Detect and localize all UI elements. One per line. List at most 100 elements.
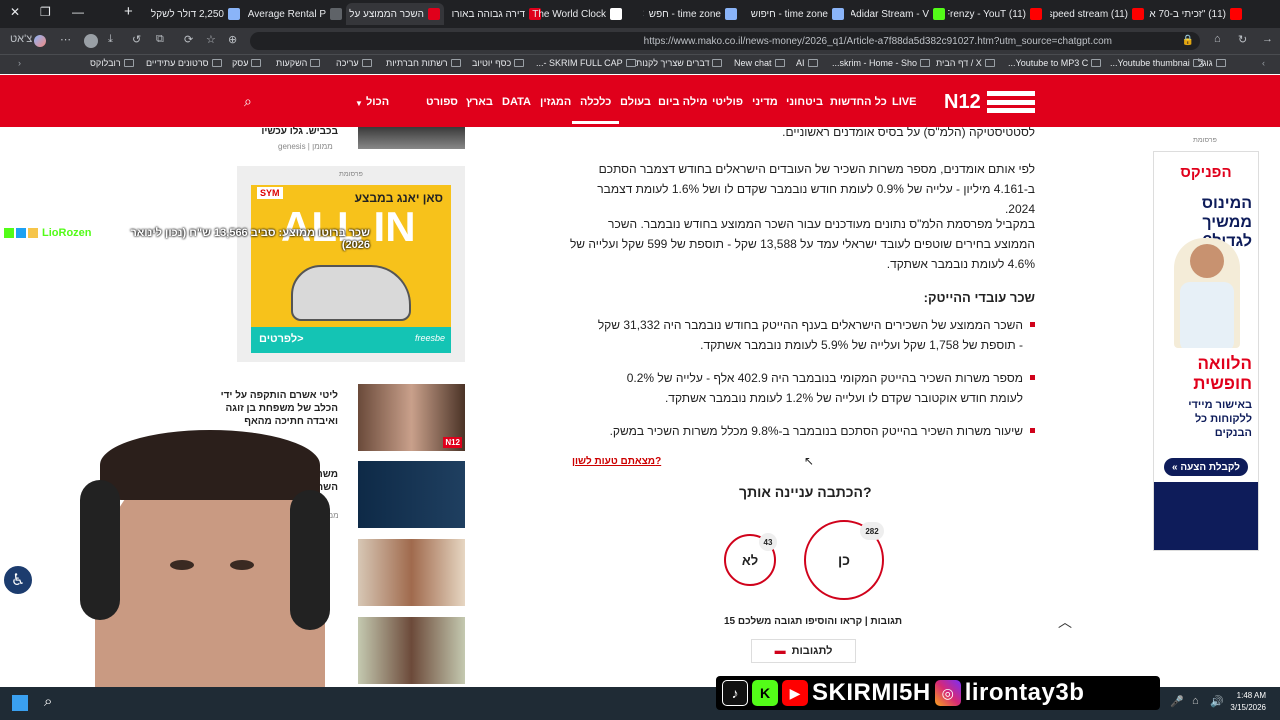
chevron-down-icon[interactable]: ▼: [355, 99, 363, 108]
nav-item[interactable]: ספורט: [426, 96, 458, 108]
comments-button[interactable]: ▬ לתגובות: [751, 639, 856, 663]
volume-icon[interactable]: 🔊: [1210, 695, 1224, 708]
home-icon[interactable]: ⌂: [1214, 33, 1221, 45]
folder-icon: [984, 59, 995, 67]
network-icon[interactable]: ⌂: [1192, 695, 1199, 707]
tab-close-icon[interactable]: ✕: [146, 9, 147, 20]
nav-item[interactable]: כלכלה: [571, 96, 620, 124]
browser-tab[interactable]: (11) speed stream✕: [1050, 3, 1148, 25]
bookmark-item[interactable]: דברים שצריך לקנות: [636, 58, 723, 68]
browser-tab[interactable]: 2,250 דולר לשקל✕: [146, 3, 244, 25]
tab-close-icon[interactable]: ✕: [643, 9, 645, 20]
browser-tab[interactable]: (11) Frenzy - YouT✕: [948, 3, 1046, 25]
taskbar-search-icon[interactable]: ⌕: [44, 693, 52, 710]
bookmark-item[interactable]: עריכה: [336, 58, 372, 68]
sidebar-item-title[interactable]: בכביש. גלו עכשיו: [218, 127, 338, 138]
nav-item[interactable]: מילה ביום: [658, 96, 707, 108]
bookmark-item[interactable]: New chat: [734, 58, 785, 68]
browser-tab[interactable]: Adidar Stream - V✕: [851, 3, 949, 25]
n12-logo[interactable]: N12: [944, 91, 1035, 113]
bookmark-item[interactable]: AI: [796, 58, 818, 68]
more-icon[interactable]: ⋯: [60, 33, 71, 46]
nav-item[interactable]: הכול: [366, 96, 389, 108]
back-arrow-icon[interactable]: →: [1262, 33, 1273, 45]
nav-item[interactable]: LIVE: [892, 96, 916, 108]
bookmark-item[interactable]: SKRIM FULL CAP -...: [536, 58, 636, 68]
windows-start-icon[interactable]: [12, 695, 28, 711]
bookmark-label: Youtube thumbnai...: [1110, 58, 1190, 68]
restore-window-icon[interactable]: ❐: [40, 5, 51, 19]
nav-item[interactable]: כל החדשות: [830, 96, 887, 108]
tab-favicon-icon: [428, 8, 440, 20]
bookmarks-overflow-icon[interactable]: ‹: [18, 58, 21, 68]
folder-icon: [774, 59, 785, 67]
close-window-icon[interactable]: ✕: [10, 5, 20, 19]
ad-right[interactable]: הפניקס המינוס ממשיך לגדול? הלוואה חופשית…: [1153, 151, 1259, 551]
scooter-ad-banner[interactable]: SYM סאן יאנג במבצע ALL IN לפרטים> freesb…: [251, 185, 451, 353]
responses-summary[interactable]: 15 תגובות | קראו והוסיפו תגובה משלכם: [724, 616, 902, 627]
tab-favicon-icon: [1230, 8, 1242, 20]
browser-tab[interactable]: time zone - חפש✕: [643, 3, 741, 25]
favorite-star-icon[interactable]: ☆: [206, 33, 216, 46]
minimize-window-icon[interactable]: —: [72, 5, 84, 19]
bookmarks-next-icon[interactable]: ›: [1262, 58, 1265, 68]
ad-cta[interactable]: לפרטים>: [259, 333, 304, 345]
bookmark-item[interactable]: סרטונים עתידיים: [146, 58, 222, 68]
nav-item[interactable]: פוליטי: [712, 96, 743, 108]
translate-icon[interactable]: ⊕: [228, 33, 237, 46]
scroll-up-icon[interactable]: ︿: [1052, 610, 1078, 634]
bookmark-label: כסף יוטיוב: [472, 58, 512, 68]
history-icon[interactable]: ↺: [132, 33, 141, 46]
nav-item[interactable]: DATA: [502, 96, 531, 108]
profile-avatar-icon[interactable]: [84, 34, 98, 48]
mouse-cursor-icon: ↖: [804, 454, 815, 468]
accessibility-icon[interactable]: ♿: [2, 564, 34, 596]
nav-item[interactable]: מדיני: [752, 96, 778, 108]
report-typo-link[interactable]: מצאתם טעות לשון?: [572, 456, 661, 467]
browser-tab[interactable]: השכר הממוצע על✕: [346, 3, 444, 25]
nav-item[interactable]: המגזין: [540, 96, 571, 108]
ad-left[interactable]: פרסומת SYM סאן יאנג במבצע ALL IN לפרטים>…: [237, 166, 465, 362]
refresh-icon[interactable]: ⟳: [184, 33, 193, 46]
tab-label: The World Clock: [532, 8, 606, 20]
tab-close-icon[interactable]: ✕: [447, 9, 448, 20]
browser-tab[interactable]: Average Rental P✕: [248, 3, 346, 25]
browser-tab-strip: ✕ ❐ — + 2,250 דולר לשקל✕Average Rental P…: [0, 0, 1280, 28]
lock-icon[interactable]: 🔒: [1182, 35, 1194, 46]
ad-cta[interactable]: לקבלת הצעה »: [1164, 458, 1248, 476]
nav-item[interactable]: בעולם: [620, 96, 651, 108]
extensions-icon[interactable]: ⧉: [156, 33, 164, 46]
url-text[interactable]: https://www.mako.co.il/news-money/2026_q…: [644, 36, 1112, 47]
folder-icon: [123, 59, 134, 67]
bookmark-item[interactable]: Youtube thumbnai...: [1110, 58, 1203, 68]
profile-label[interactable]: צ'אט: [10, 33, 32, 45]
clock-date[interactable]: 3/15/2026: [1226, 703, 1266, 712]
bookmark-item[interactable]: רשתות חברתיות: [386, 58, 461, 68]
nav-item[interactable]: בארץ: [466, 96, 493, 108]
browser-tab[interactable]: (11) "זכיתי ב-70 א✕: [1148, 3, 1246, 25]
bookmark-item[interactable]: X / דף הבית: [936, 58, 995, 68]
poll-yes-label: כן: [838, 552, 850, 568]
new-tab-icon[interactable]: +: [124, 3, 133, 20]
bookmark-item[interactable]: השקעות: [276, 58, 321, 68]
sidebar-thumbnail[interactable]: [358, 127, 465, 149]
bookmark-item[interactable]: עסק: [232, 58, 262, 68]
clock-time[interactable]: 1:48 AM: [1230, 691, 1266, 700]
tab-label: time zone - חפש: [648, 8, 721, 20]
nav-item[interactable]: ביטחוני: [786, 96, 823, 108]
copilot-icon[interactable]: [34, 35, 46, 47]
bookmark-item[interactable]: Youtube to MP3 C...: [1008, 58, 1102, 68]
mic-icon[interactable]: 🎤: [1170, 695, 1184, 708]
browser-tab[interactable]: time zone - חיפוש✕: [750, 3, 848, 25]
download-icon[interactable]: ⤓: [108, 33, 113, 46]
bookmark-item[interactable]: רובלוקס: [90, 58, 134, 68]
search-icon[interactable]: ⌕: [244, 93, 252, 110]
bookmark-item[interactable]: skrim - Home - Sho...: [832, 58, 931, 68]
reload-icon[interactable]: ↻: [1238, 33, 1247, 46]
chat-ticker: LioRozen שכר ברוטו ממוצע: סביב 13,566 ש"…: [0, 226, 370, 251]
url-field[interactable]: https://www.mako.co.il/news-money/2026_q…: [250, 32, 1200, 50]
address-bar-row: צ'אט ⋯ ⤓ ↺ ⧉ ⟳ ☆ ⊕ https://www.mako.co.i…: [0, 28, 1280, 54]
article-bullet: שיעור משרות השכיר בהייטק הסתכם בנובמבר ב…: [595, 421, 1035, 441]
browser-tab[interactable]: The World Clock✕: [528, 3, 626, 25]
bookmark-item[interactable]: כסף יוטיוב: [472, 58, 525, 68]
